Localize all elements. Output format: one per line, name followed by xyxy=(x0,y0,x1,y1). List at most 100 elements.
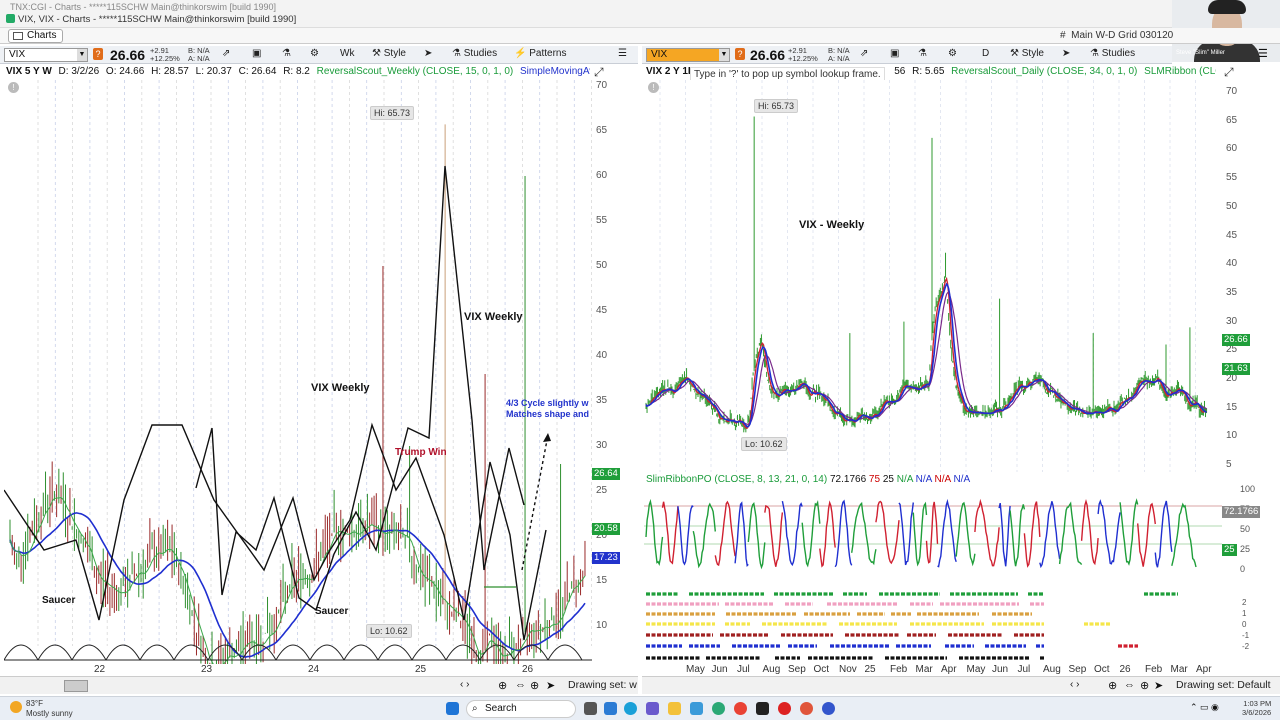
chart-expand-icon[interactable]: ⤢ xyxy=(594,65,604,80)
cycle-arc xyxy=(275,644,311,661)
indicator-name[interactable]: SlimRibbonPO (CLOSE, 8, 13, 21, 0, 14) xyxy=(646,474,827,485)
right-studies-button[interactable]: ⚗ Studies xyxy=(1090,48,1135,59)
windows-start-icon[interactable] xyxy=(446,702,459,715)
left-time-axis: 22 23 24 25 26 xyxy=(4,664,592,676)
left-price-chart[interactable]: Hi: 65.73 Lo: 10.62 VIX Weekly VIX Weekl… xyxy=(4,80,592,664)
signal-dots-pane[interactable] xyxy=(644,580,1222,662)
cursor-icon[interactable]: ➤ xyxy=(424,48,432,59)
indicator-na3: N/A xyxy=(934,474,951,485)
flask-icon[interactable]: ⚗ xyxy=(282,48,291,59)
question-icon[interactable]: ? xyxy=(93,48,103,60)
right-change-pct: +12.25% xyxy=(788,54,818,63)
scrollbar-thumb[interactable] xyxy=(64,680,88,692)
cursor-icon[interactable]: ➤ xyxy=(1154,679,1163,692)
edge-icon[interactable] xyxy=(624,702,637,715)
menu-icon[interactable]: ☰ xyxy=(1258,47,1268,60)
cycle-arc xyxy=(547,644,583,661)
chart-expand-icon[interactable]: ⤢ xyxy=(1224,65,1234,80)
right-month-tick: 25 xyxy=(864,664,876,675)
slimribbon-oscillator-pane[interactable] xyxy=(644,486,1222,576)
taskbar-search[interactable]: ⌕ Search xyxy=(466,700,576,718)
oscillator-segment xyxy=(819,500,836,568)
app-icon[interactable] xyxy=(712,702,725,715)
oscillator-segment xyxy=(898,502,914,566)
cursor-icon[interactable]: ➤ xyxy=(546,679,555,692)
gear-icon[interactable]: ⚙ xyxy=(948,48,957,59)
flask-icon[interactable]: ⚗ xyxy=(918,48,927,59)
chrome-icon[interactable] xyxy=(734,702,747,715)
share-icon[interactable]: ⇗ xyxy=(860,48,868,59)
gear-icon[interactable]: ⚙ xyxy=(310,48,319,59)
oscillator-segment xyxy=(692,502,716,569)
left-study-reversalscout[interactable]: ReversalScout_Weekly (CLOSE, 15, 0, 1, 0… xyxy=(317,66,514,77)
scroll-arrows-icon[interactable]: ‹ › xyxy=(460,679,469,690)
crosshair-icon[interactable]: ⊕ xyxy=(1140,679,1149,692)
annotation-trump-win: Trump Win xyxy=(395,447,447,458)
cycle-arc xyxy=(343,644,379,661)
cursor-icon[interactable]: ➤ xyxy=(1062,48,1070,59)
right-study-reversalscout[interactable]: ReversalScout_Daily (CLOSE, 34, 0, 1, 0) xyxy=(951,66,1137,77)
right-study-slmribbon[interactable]: SLMRibbon (CLOSE, 8, 13, 21,... xyxy=(1144,66,1216,77)
share-icon[interactable]: ⇗ xyxy=(222,48,230,59)
indicator-v2: 25 xyxy=(882,474,894,485)
left-studies-button[interactable]: ⚗ Studies xyxy=(452,48,497,59)
scroll-arrows-icon[interactable]: ‹ › xyxy=(1070,679,1079,690)
right-price-chart[interactable]: Hi: 65.73 Lo: 10.62 VIX - Weekly ! xyxy=(644,80,1222,472)
right-style-label: Style xyxy=(1021,48,1044,59)
left-patterns-button[interactable]: ⚡ Patterns xyxy=(514,48,566,59)
right-symbol-input[interactable]: VIX ▼ xyxy=(646,48,730,62)
menu-icon[interactable]: ☰ xyxy=(618,48,627,59)
right-style-button[interactable]: ⚒ Style xyxy=(1010,48,1044,59)
oscillator-segment xyxy=(661,501,679,565)
snapshot-icon[interactable]: ▣ xyxy=(890,48,899,59)
left-style-button[interactable]: ⚒ Style xyxy=(372,48,406,59)
taskbar-clock[interactable]: 1:03 PM 3/6/2026 xyxy=(1242,699,1271,717)
info-icon[interactable]: ! xyxy=(8,82,19,93)
annotation-cycle-2: Matches shape and xyxy=(506,409,590,419)
tray-icons[interactable]: ⌃ ▭ ◉ xyxy=(1190,702,1219,713)
app-icon[interactable] xyxy=(800,702,813,715)
signal-dots-tick: 0 xyxy=(1242,620,1247,629)
zoom-icon[interactable]: ⊕ xyxy=(498,679,507,692)
chevron-down-icon[interactable]: ▼ xyxy=(77,49,87,61)
zoom-icon[interactable]: ⊕ xyxy=(1108,679,1117,692)
cycle-arc xyxy=(37,644,73,661)
left-status-line: VIX 5 Y W D: 3/2/26 O: 24.66 H: 28.57 L:… xyxy=(6,64,590,80)
app-icon[interactable] xyxy=(822,702,835,715)
right-drawing-set[interactable]: Drawing set: Default xyxy=(1176,679,1271,691)
right-month-tick: Aug xyxy=(1043,664,1061,675)
left-study-sma[interactable]: SimpleMovingAvg (CLOSE, 34,... xyxy=(520,66,590,77)
right-lo-label: Lo: 10.62 xyxy=(741,437,787,451)
left-symbol-input[interactable]: VIX ▼ xyxy=(4,48,88,62)
mail-icon[interactable] xyxy=(604,702,617,715)
oscillator-segment xyxy=(1039,501,1061,569)
left-timeframe-button[interactable]: Wk xyxy=(340,48,354,59)
grid-name[interactable]: # Main W-D Grid 030120 xyxy=(1060,30,1173,41)
right-timeframe-button[interactable]: D xyxy=(982,48,989,59)
right-price-badge: 26.66 xyxy=(1222,334,1250,346)
snapshot-icon[interactable]: ▣ xyxy=(252,48,261,59)
right-price-tick: 45 xyxy=(1226,229,1238,241)
weather-widget[interactable]: 83°F Mostly sunny xyxy=(26,699,73,719)
oscillator-tick: 50 xyxy=(1240,524,1251,534)
indicator-na1: N/A xyxy=(896,474,913,485)
chevron-down-icon[interactable]: ▼ xyxy=(719,49,729,61)
pan-icon[interactable]: ⇔ xyxy=(1124,679,1135,691)
task-view-icon[interactable] xyxy=(584,702,597,715)
right-month-tick: Nov xyxy=(839,664,857,675)
tab-charts[interactable]: Charts xyxy=(8,29,64,43)
opera-icon[interactable] xyxy=(778,702,791,715)
thinkorswim-taskbar-icon[interactable] xyxy=(756,702,769,715)
left-price-badge: 17.23 xyxy=(592,552,620,564)
left-year-tick: 23 xyxy=(201,664,213,675)
file-explorer-icon[interactable] xyxy=(668,702,681,715)
left-hi-label: Hi: 65.73 xyxy=(370,106,415,120)
store-icon[interactable] xyxy=(646,702,659,715)
app-icon[interactable] xyxy=(690,702,703,715)
pan-icon[interactable]: ⇔ xyxy=(515,679,526,691)
left-drawing-set[interactable]: Drawing set: w xyxy=(568,679,637,691)
crosshair-icon[interactable]: ⊕ xyxy=(530,679,539,692)
info-icon[interactable]: ! xyxy=(648,82,659,93)
right-chart-canvas xyxy=(645,80,1208,472)
question-icon[interactable]: ? xyxy=(735,48,745,60)
